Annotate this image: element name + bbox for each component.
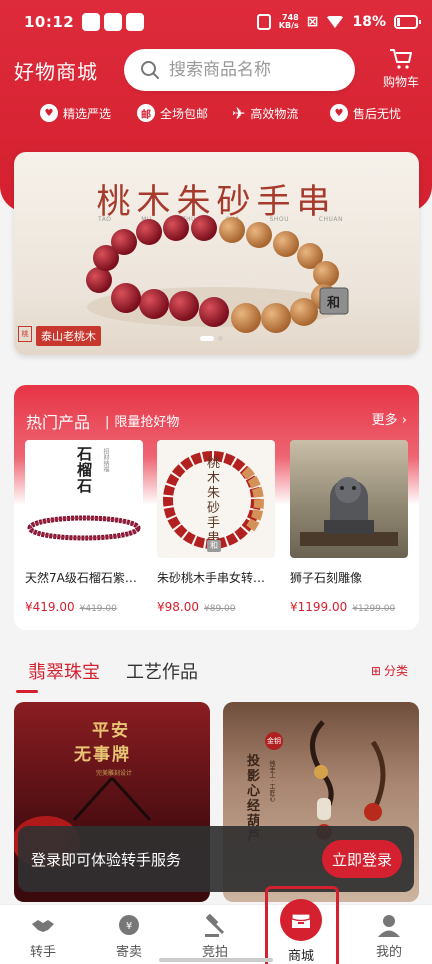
- more-label: 更多: [371, 413, 398, 428]
- feature-selected: ♥ 精选严选: [40, 104, 111, 122]
- store-icon: [280, 899, 322, 941]
- feature-label: 售后无忧: [353, 106, 402, 121]
- hot-products-section: 热门产品 限量抢好物 更多 › 石榴石 招财纳福 天然7A级石榴石紫… ¥419…: [14, 385, 419, 630]
- garnet-bracelet-image: [27, 515, 141, 541]
- tab-transfer[interactable]: 转手: [0, 905, 86, 964]
- bead-tag-text: 和: [327, 296, 341, 311]
- feature-after-sales: ♥ 售后无忧: [330, 104, 401, 122]
- carousel-dots: [200, 336, 223, 341]
- category-tabs: 翡翠珠宝 工艺作品 ⊞ 分类: [0, 648, 432, 693]
- brand-tag: 泰山老桃木: [36, 326, 101, 346]
- cart-button[interactable]: 购物车: [378, 48, 424, 90]
- vibrate-icon: [256, 14, 271, 30]
- promo-banner[interactable]: 桃木朱砂手串 TAO MU ZHU SHA SHOU CHUAN: [14, 152, 419, 355]
- cart-icon: [390, 49, 412, 69]
- product-original-price: ¥89.00: [204, 604, 236, 614]
- free-shipping-icon: 邮: [137, 104, 155, 122]
- search-icon: [141, 61, 159, 79]
- person-icon: [378, 915, 400, 937]
- product-image: 桃木朱砂手串 和: [157, 440, 275, 558]
- product-image-caption: 和: [207, 540, 221, 552]
- search-input[interactable]: [169, 60, 349, 80]
- tab-label: 转手: [29, 945, 56, 960]
- bracelet-image: [86, 215, 349, 333]
- network-speed: 748 KB/s: [279, 14, 299, 30]
- consign-icon: ¥: [119, 915, 139, 935]
- search-bar[interactable]: [124, 49, 355, 91]
- feature-label: 全场包邮: [160, 106, 209, 121]
- login-button[interactable]: 立即登录: [322, 840, 402, 878]
- status-bar: 10:12 748 KB/s ⊠ 18%: [0, 0, 432, 44]
- tab-label: 商城: [287, 949, 314, 964]
- heart-icon: ♥: [40, 104, 58, 122]
- product-price: ¥1199.00: [290, 600, 348, 614]
- tab-consign[interactable]: ¥ 寄卖: [86, 905, 172, 964]
- hot-products-subtitle: 限量抢好物: [105, 411, 179, 430]
- status-time: 10:12: [24, 13, 75, 31]
- product-original-price: ¥419.00: [79, 604, 117, 614]
- carousel-dot: [218, 336, 223, 341]
- product-image: [290, 440, 408, 558]
- feature-label: 精选严选: [63, 106, 112, 121]
- product-card[interactable]: 石榴石 招财纳福 天然7A级石榴石紫… ¥419.00 ¥419.00: [25, 440, 143, 614]
- product-original-price: ¥1299.00: [352, 604, 396, 614]
- sim-icon: ⊠: [306, 14, 319, 30]
- product-card[interactable]: 狮子石刻雕像 ¥1199.00 ¥1299.00: [290, 440, 408, 614]
- login-prompt-text: 登录即可体验转手服务: [31, 850, 182, 869]
- chevron-right-icon: ›: [401, 413, 407, 428]
- airplane-icon: ✈: [232, 104, 246, 123]
- shield-heart-icon: ♥: [330, 104, 348, 122]
- classify-button[interactable]: ⊞ 分类: [371, 662, 408, 679]
- notification-icons: [82, 13, 145, 31]
- hot-products-title: 热门产品: [26, 413, 91, 432]
- header: 好物商城 购物车: [0, 46, 432, 94]
- tab-mine[interactable]: 我的: [346, 905, 432, 964]
- tab-jade-jewelry[interactable]: 翡翠珠宝: [28, 658, 100, 684]
- tab-label: 我的: [375, 945, 402, 960]
- status-right: 748 KB/s ⊠ 18%: [256, 14, 421, 30]
- page-title: 好物商城: [14, 59, 98, 84]
- product-price: ¥98.00: [157, 600, 199, 614]
- tab-crafts[interactable]: 工艺作品: [126, 658, 198, 684]
- product-price: ¥419.00: [25, 600, 75, 614]
- product-card[interactable]: 桃木朱砂手串 和 朱砂桃木手串女转… ¥98.00 ¥89.00: [157, 440, 275, 614]
- feature-row: ♥ 精选严选 邮全场包邮 ✈ 高效物流 ♥ 售后无忧: [0, 104, 432, 134]
- app-notification-icon: [126, 13, 145, 31]
- feature-label: 高效物流: [250, 107, 299, 121]
- wifi-icon: [326, 16, 345, 28]
- grid-icon: ⊞: [370, 663, 381, 678]
- cart-label: 购物车: [382, 75, 419, 89]
- brand-seal-text: 桃: [21, 330, 29, 338]
- lion-statue-image: [300, 477, 398, 546]
- network-speed-unit: KB/s: [278, 21, 299, 30]
- classify-label: 分类: [383, 664, 408, 678]
- tab-auction[interactable]: 竞拍: [172, 905, 258, 964]
- active-tab-indicator: [16, 690, 38, 693]
- more-link[interactable]: 更多 ›: [372, 409, 407, 428]
- brand-seal: 桃: [18, 326, 32, 342]
- handshake-icon: [32, 920, 54, 932]
- product-name: 朱砂桃木手串女转…: [157, 571, 266, 585]
- svg-text:¥: ¥: [126, 921, 132, 932]
- bottom-tab-bar: 转手 ¥ 寄卖 竞拍 商城 我的: [0, 899, 432, 964]
- battery-icon: [394, 15, 421, 29]
- product-name: 天然7A级石榴石紫…: [25, 571, 137, 585]
- login-prompt: 登录即可体验转手服务 立即登录: [18, 826, 414, 892]
- gavel-icon: [205, 914, 225, 937]
- home-indicator: [159, 958, 273, 962]
- tab-label: 寄卖: [115, 945, 142, 960]
- app-notification-icon: [82, 13, 101, 31]
- product-name: 狮子石刻雕像: [290, 571, 363, 585]
- carousel-dot-active: [200, 336, 214, 341]
- product-image-text: 桃木朱砂手串: [207, 456, 221, 546]
- battery-percent: 18%: [352, 14, 386, 30]
- tab-mall[interactable]: 商城: [258, 899, 344, 964]
- feature-free-shipping: 邮全场包邮: [137, 104, 208, 122]
- feature-logistics: ✈ 高效物流: [232, 104, 298, 123]
- app-notification-icon: [104, 13, 123, 31]
- product-image: 石榴石 招财纳福: [25, 440, 143, 558]
